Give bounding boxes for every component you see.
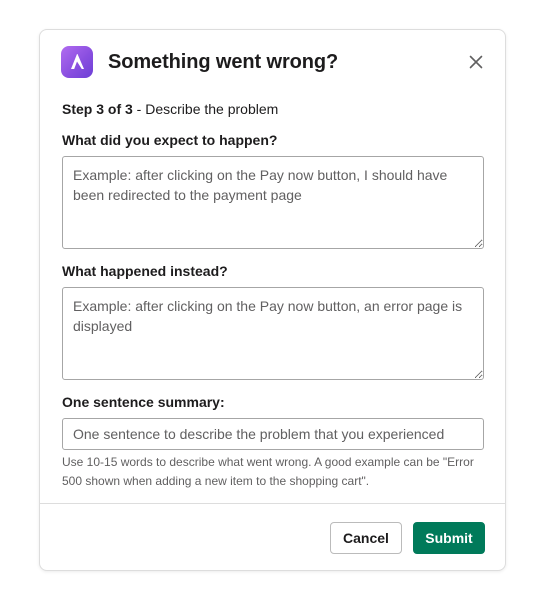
summary-label: One sentence summary: [62,394,225,410]
close-button[interactable] [464,50,488,74]
submit-button[interactable]: Submit [413,522,485,554]
footer-divider [40,503,505,504]
dialog-title: Something went wrong? [108,50,339,73]
expected-textarea[interactable] [62,156,484,249]
actual-textarea[interactable] [62,287,484,380]
dialog-header: Something went wrong? [61,45,484,79]
close-icon [469,55,483,69]
cancel-button[interactable]: Cancel [330,522,402,554]
summary-input[interactable] [62,418,484,450]
summary-hint: Use 10-15 words to describe what went wr… [62,455,474,488]
feedback-dialog: Something went wrong? Step 3 of 3 - Desc… [39,29,506,571]
expected-label: What did you expect to happen? [62,132,278,148]
actual-label: What happened instead? [62,263,228,279]
step-separator: - [132,101,146,117]
app-logo-glyph [71,54,84,69]
step-description: Describe the problem [145,101,279,117]
app-logo-icon [61,46,93,78]
step-counter: Step 3 of 3 [62,101,133,117]
step-indicator: Step 3 of 3 - Describe the problem [62,101,278,117]
